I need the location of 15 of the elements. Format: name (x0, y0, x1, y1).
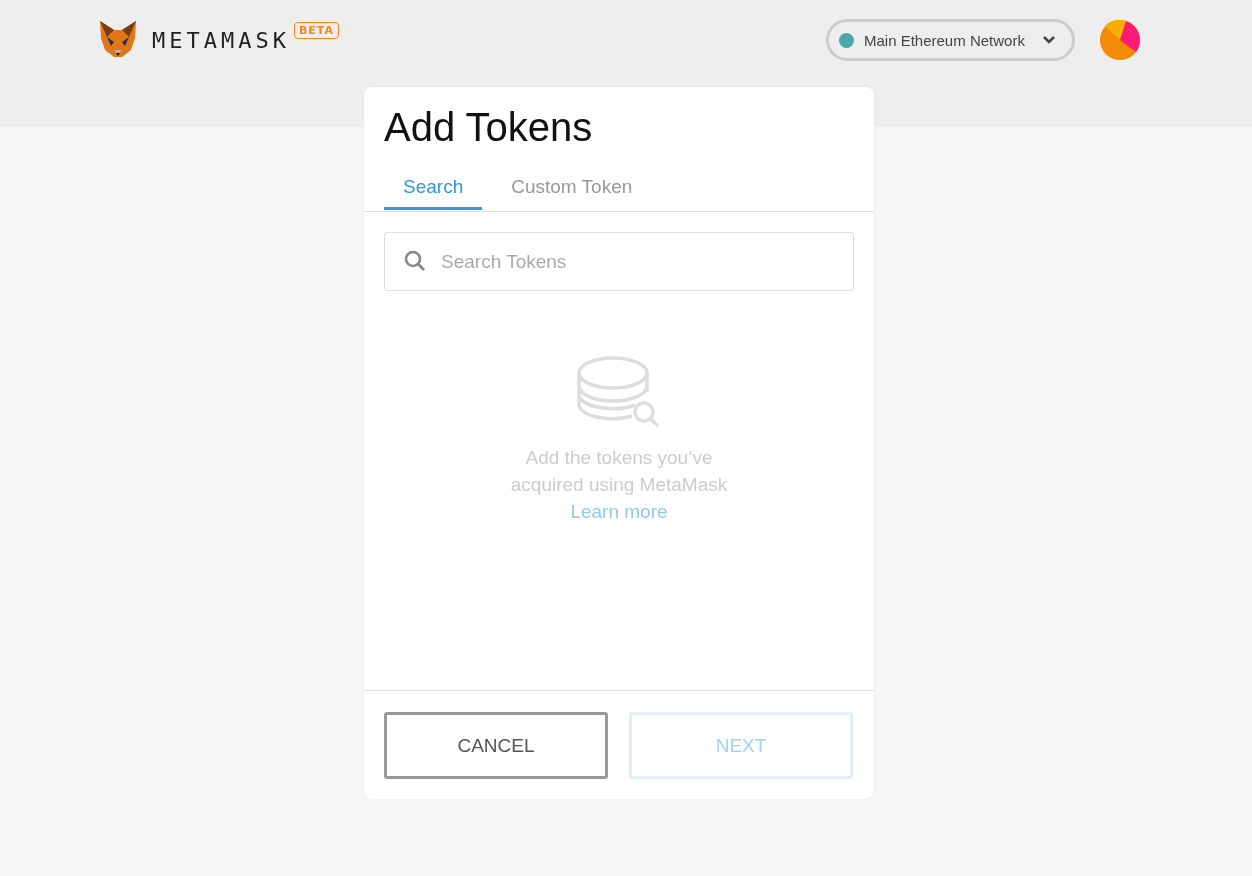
chevron-down-icon (1042, 35, 1056, 45)
brand-wordmark: METAMASK (152, 28, 290, 53)
tab[interactable]: Custom Token (492, 170, 652, 210)
coins-search-icon (577, 356, 661, 428)
status-dot-icon (839, 32, 854, 48)
search-icon (404, 250, 426, 272)
fox-logo-icon (98, 20, 138, 58)
beta-badge: BETA (293, 22, 340, 39)
account-avatar-icon[interactable] (1100, 20, 1140, 60)
dialog-title: Add Tokens (383, 104, 594, 150)
learn-more-link[interactable]: Learn more (570, 498, 668, 525)
search-field[interactable]: Search Tokens (384, 232, 854, 291)
tab[interactable]: Search (384, 170, 483, 210)
dialog-button[interactable]: CANCEL (384, 712, 608, 779)
network-selector[interactable]: Main Ethereum Network (826, 19, 1075, 61)
